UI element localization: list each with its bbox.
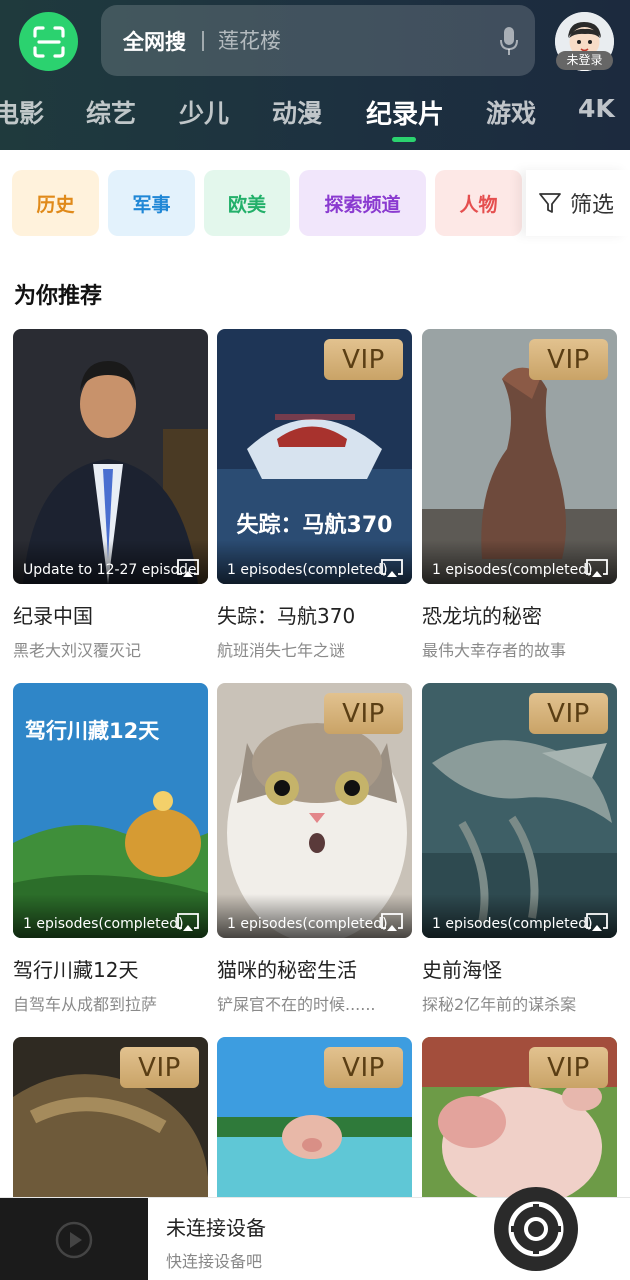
microphone-icon[interactable]: [499, 25, 519, 57]
cast-icon[interactable]: [176, 912, 200, 932]
section-title: 为你推荐: [14, 284, 103, 309]
episode-info: 1 episodes(completed): [227, 916, 388, 932]
video-title: 猫咪的秘密生活: [217, 958, 357, 982]
top-header: 全网搜 未登录 电影 综艺 少儿 动漫 纪录片 游戏 4K: [0, 0, 630, 150]
video-subtitle: 自驾车从成都到拉萨: [13, 995, 158, 1014]
video-card[interactable]: VIP 1 episodes(completed) 猫咪的秘密生活 铲屎官不在的…: [217, 683, 412, 1015]
episode-info: Update to 12-27 episode: [23, 562, 197, 578]
vip-badge: VIP: [324, 1047, 403, 1088]
cast-icon[interactable]: [585, 558, 609, 578]
filter-label: 筛选: [570, 193, 615, 218]
search-divider: [202, 30, 204, 51]
filter-button[interactable]: 筛选: [526, 170, 630, 236]
device-status-subtitle: 快连接设备吧: [166, 1252, 263, 1271]
video-subtitle: 探秘2亿年前的谋杀案: [422, 995, 577, 1014]
vip-badge: VIP: [324, 693, 403, 734]
cast-icon[interactable]: [176, 558, 200, 578]
vip-badge: VIP: [120, 1047, 199, 1088]
video-poster[interactable]: Update to 12-27 episode: [13, 329, 208, 584]
vip-badge: VIP: [529, 339, 608, 380]
video-card[interactable]: Update to 12-27 episode 纪录中国 黑老大刘汉覆灭记: [13, 329, 208, 661]
search-input[interactable]: [218, 28, 535, 53]
poster-title-text: 驾行川藏12天: [25, 719, 160, 743]
video-subtitle: 航班消失七年之谜: [217, 641, 346, 660]
video-card[interactable]: 驾行川藏12天 1 episodes(completed) 驾行川藏12天 自驾…: [13, 683, 208, 1015]
vip-badge: VIP: [529, 693, 608, 734]
tab-games[interactable]: 游戏: [486, 94, 536, 130]
search-bar[interactable]: 全网搜: [101, 5, 535, 76]
video-title: 失踪：马航370: [217, 604, 356, 628]
episode-info: 1 episodes(completed): [432, 916, 593, 932]
video-poster[interactable]: 驾行川藏12天 1 episodes(completed): [13, 683, 208, 938]
login-status-badge[interactable]: 未登录: [556, 51, 613, 70]
episode-info: 1 episodes(completed): [432, 562, 593, 578]
video-poster[interactable]: VIP 1 episodes(completed): [217, 683, 412, 938]
video-title: 史前海怪: [422, 958, 502, 982]
remote-control-button[interactable]: [494, 1187, 578, 1271]
episode-info: 1 episodes(completed): [227, 562, 388, 578]
tab-kids[interactable]: 少儿: [179, 94, 229, 130]
chip-people[interactable]: 人物: [435, 170, 522, 236]
tab-variety[interactable]: 综艺: [86, 94, 136, 130]
tab-movies[interactable]: 电影: [0, 94, 44, 130]
cast-icon[interactable]: [380, 558, 404, 578]
chip-discovery-channel[interactable]: 探索频道: [299, 170, 426, 236]
video-subtitle: 最伟大幸存者的故事: [422, 641, 567, 660]
device-status-title: 未连接设备: [166, 1216, 266, 1240]
video-title: 恐龙坑的秘密: [422, 604, 542, 628]
video-poster[interactable]: VIP 1 episodes(completed): [422, 683, 617, 938]
category-tabs: 电影 综艺 少儿 动漫 纪录片 游戏 4K: [0, 88, 630, 138]
video-subtitle: 铲屎官不在的时候......: [217, 995, 376, 1014]
vip-badge: VIP: [529, 1047, 608, 1088]
chip-western[interactable]: 欧美: [204, 170, 290, 236]
chip-military[interactable]: 军事: [108, 170, 195, 236]
search-scope-label[interactable]: 全网搜: [123, 26, 186, 56]
video-title: 驾行川藏12天: [13, 958, 139, 982]
video-card[interactable]: VIP 1 episodes(completed) 恐龙坑的秘密 最伟大幸存者的…: [422, 329, 617, 661]
cast-icon[interactable]: [585, 912, 609, 932]
play-icon[interactable]: [54, 1220, 94, 1260]
mini-player[interactable]: [0, 1198, 148, 1280]
filter-icon: [539, 193, 561, 213]
poster-title-text: 失踪：马航370: [236, 513, 393, 538]
video-poster[interactable]: VIP 1 episodes(completed): [422, 329, 617, 584]
tab-documentary[interactable]: 纪录片: [366, 94, 444, 131]
video-card[interactable]: 失踪：马航370 VIP 1 episodes(completed) 失踪：马航…: [217, 329, 412, 661]
video-title: 纪录中国: [13, 604, 93, 628]
video-card[interactable]: VIP 1 episodes(completed) 史前海怪 探秘2亿年前的谋杀…: [422, 683, 617, 1015]
scan-icon: [32, 25, 65, 58]
chip-history[interactable]: 历史: [12, 170, 99, 236]
episode-info: 1 episodes(completed): [23, 916, 184, 932]
active-tab-indicator: [392, 137, 416, 142]
cast-icon[interactable]: [380, 912, 404, 932]
tab-anime[interactable]: 动漫: [272, 94, 322, 130]
remote-control-icon: [508, 1201, 564, 1257]
video-subtitle: 黑老大刘汉覆灭记: [13, 641, 142, 660]
scan-button[interactable]: [19, 12, 78, 71]
video-poster[interactable]: 失踪：马航370 VIP 1 episodes(completed): [217, 329, 412, 584]
tab-4k[interactable]: 4K: [578, 94, 615, 123]
vip-badge: VIP: [324, 339, 403, 380]
